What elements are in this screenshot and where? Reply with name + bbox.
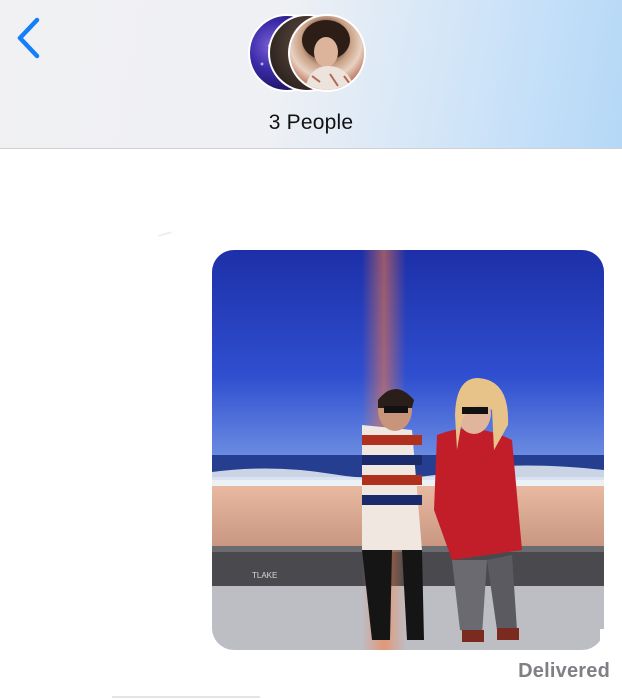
avatar <box>288 14 366 92</box>
message-thread: TLAKE Delivered <box>0 149 622 699</box>
chevron-left-icon <box>17 17 40 59</box>
delivery-status: Delivered <box>518 660 610 682</box>
divider <box>112 696 260 698</box>
group-avatars[interactable] <box>248 14 374 96</box>
bubble-tail <box>600 629 614 651</box>
svg-text:TLAKE: TLAKE <box>252 571 277 580</box>
back-button[interactable] <box>10 14 50 62</box>
photo-message[interactable]: TLAKE <box>212 250 604 650</box>
group-title[interactable]: 3 People <box>0 111 622 135</box>
conversation-header: 3 People <box>0 0 622 149</box>
photo-image: TLAKE <box>212 250 604 650</box>
